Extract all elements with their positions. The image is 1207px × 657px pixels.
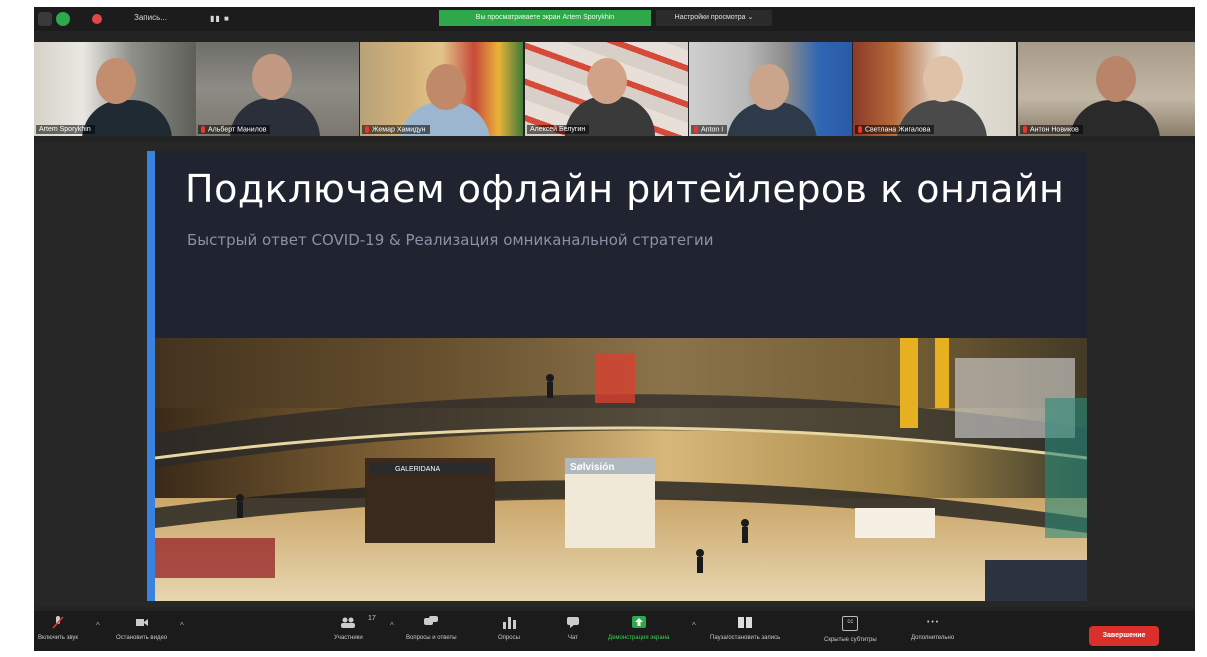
participant-name: Anton I (691, 124, 728, 134)
participant-tile[interactable]: Алексей Белугин (525, 42, 688, 136)
muted-mic-icon (694, 125, 698, 133)
participant-video-strip: Artem Sporykhin Альберт Манилов Жемар Ха… (34, 42, 1195, 136)
participants-icon (341, 617, 356, 628)
participant-tile[interactable]: Artem Sporykhin (34, 42, 197, 136)
participant-name: Светлана Жигалова (855, 124, 935, 134)
polls-button[interactable]: Опросы (498, 613, 520, 641)
end-meeting-button[interactable]: Завершение (1089, 626, 1159, 646)
captions-icon: cc (842, 616, 859, 631)
unmute-button[interactable]: Включить звук (38, 613, 78, 641)
more-button[interactable]: • • • Дополнительно (911, 613, 954, 641)
info-icon[interactable] (38, 12, 52, 26)
participant-name: Artem Sporykhin (36, 125, 95, 134)
record-dot-icon (92, 14, 102, 24)
store-sign: Sølvisión (570, 462, 614, 473)
more-label: Дополнительно (911, 635, 955, 641)
mall-interior-photo: GALERIDANA Sølvisión (155, 338, 1087, 601)
qa-label: Вопросы и ответы (406, 635, 457, 641)
video-options-caret-icon[interactable]: ^ (180, 621, 184, 630)
participants-button[interactable]: Участники (334, 613, 363, 641)
meeting-top-bar: Запись... ▮▮ ■ Вы просматриваете экран A… (34, 7, 1195, 31)
zoom-window: Запись... ▮▮ ■ Вы просматриваете экран A… (34, 7, 1195, 651)
captions-label: Скрытые субтитры (824, 637, 877, 643)
shared-screen-area: Подключаем офлайн ритейлеров к онлайн Бы… (34, 143, 1195, 607)
video-camera-icon (135, 619, 148, 626)
muted-mic-icon (365, 125, 369, 133)
participants-label: Участники (334, 635, 363, 641)
muted-mic-icon (201, 125, 205, 133)
participant-tile[interactable]: Жемар Хамидун (360, 42, 523, 136)
security-shield-icon[interactable] (56, 12, 70, 26)
participants-options-caret-icon[interactable]: ^ (390, 621, 394, 630)
qa-bubble-icon (424, 616, 439, 625)
participant-name: Альберт Манилов (198, 124, 271, 134)
share-screen-button[interactable]: Демонстрация экрана (608, 613, 669, 641)
store-sign: GALERIDANA (395, 466, 440, 473)
participant-tile[interactable]: Альберт Манилов (196, 42, 359, 136)
participant-tile[interactable]: Anton I (689, 42, 852, 136)
share-screen-label: Демонстрация экрана (608, 635, 670, 641)
pause-stop-icon (738, 617, 753, 628)
view-options-dropdown[interactable]: Настройки просмотра ⌄ (656, 10, 772, 26)
polls-chart-icon (502, 617, 516, 629)
participants-count: 17 (368, 615, 376, 622)
chat-bubble-icon (567, 617, 579, 628)
screen-share-banner: Вы просматриваете экран Artem Sporykhin (439, 10, 651, 26)
participant-name: Алексей Белугин (527, 125, 590, 134)
chat-button[interactable]: Чат (566, 613, 580, 641)
chat-label: Чат (568, 635, 578, 641)
unmute-label: Включить звук (38, 635, 79, 641)
share-options-caret-icon[interactable]: ^ (692, 621, 696, 630)
pause-stop-recording-button[interactable]: Пауза/остановить запись (710, 613, 780, 641)
pause-record-label: Пауза/остановить запись (710, 635, 781, 641)
audio-options-caret-icon[interactable]: ^ (96, 621, 100, 630)
polls-label: Опросы (498, 635, 520, 641)
slide-title: Подключаем офлайн ритейлеров к онлайн (185, 167, 1065, 211)
participant-tile[interactable]: Антон Новиков (1018, 42, 1195, 136)
more-dots-icon: • • • (926, 619, 939, 626)
presentation-slide: Подключаем офлайн ритейлеров к онлайн Бы… (147, 151, 1087, 601)
participant-name: Жемар Хамидун (362, 124, 430, 134)
recording-pause-stop-controls[interactable]: ▮▮ ■ (210, 14, 230, 23)
stop-video-button[interactable]: Остановить видео (116, 613, 167, 641)
muted-mic-icon (1023, 125, 1027, 133)
share-screen-icon (631, 616, 646, 628)
recording-label: Запись... (134, 13, 167, 22)
meeting-toolbar: Включить звук ^ Остановить видео ^ Участ… (34, 611, 1195, 651)
stop-video-label: Остановить видео (116, 635, 168, 641)
muted-mic-icon (52, 616, 64, 629)
closed-captions-button[interactable]: cc Скрытые субтитры (824, 613, 877, 643)
participant-tile[interactable]: Светлана Жигалова (853, 42, 1016, 136)
participant-name: Антон Новиков (1020, 124, 1083, 134)
slide-subtitle: Быстрый ответ COVID-19 & Реализация омни… (187, 231, 714, 249)
slide-accent-bar (147, 151, 155, 601)
muted-mic-icon (858, 125, 862, 133)
qa-button[interactable]: Вопросы и ответы (406, 613, 457, 641)
